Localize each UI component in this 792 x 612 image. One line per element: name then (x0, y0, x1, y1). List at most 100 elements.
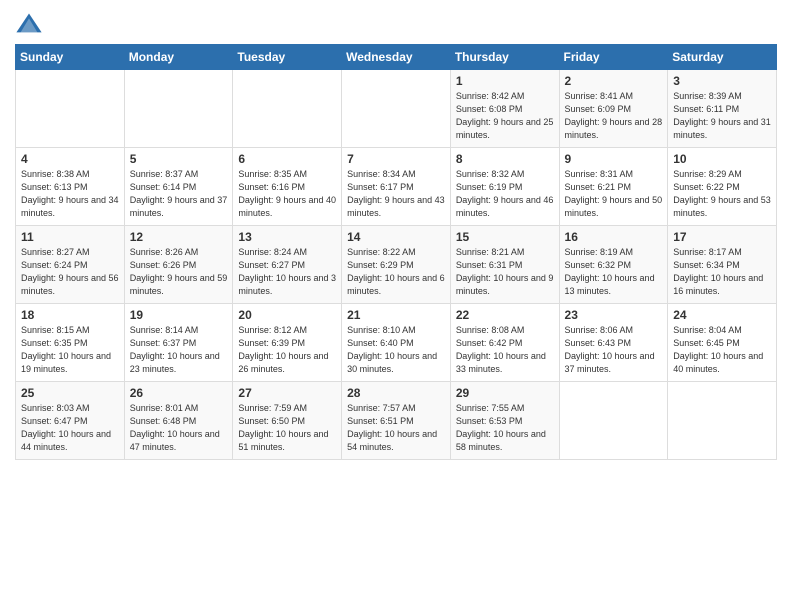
calendar-cell: 14 Sunrise: 8:22 AMSunset: 6:29 PMDayligh… (342, 226, 451, 304)
calendar-cell: 23 Sunrise: 8:06 AMSunset: 6:43 PMDayligh… (559, 304, 668, 382)
day-number: 23 (565, 308, 663, 322)
day-info: Sunrise: 8:06 AMSunset: 6:43 PMDaylight:… (565, 324, 663, 376)
day-info: Sunrise: 8:12 AMSunset: 6:39 PMDaylight:… (238, 324, 336, 376)
calendar-cell: 16 Sunrise: 8:19 AMSunset: 6:32 PMDayligh… (559, 226, 668, 304)
calendar-cell: 5 Sunrise: 8:37 AMSunset: 6:14 PMDaylight… (124, 148, 233, 226)
calendar-cell: 1 Sunrise: 8:42 AMSunset: 6:08 PMDaylight… (450, 70, 559, 148)
day-number: 8 (456, 152, 554, 166)
day-info: Sunrise: 8:37 AMSunset: 6:14 PMDaylight:… (130, 168, 228, 220)
day-number: 4 (21, 152, 119, 166)
day-info: Sunrise: 8:41 AMSunset: 6:09 PMDaylight:… (565, 90, 663, 142)
day-info: Sunrise: 8:26 AMSunset: 6:26 PMDaylight:… (130, 246, 228, 298)
day-info: Sunrise: 8:04 AMSunset: 6:45 PMDaylight:… (673, 324, 771, 376)
calendar-cell: 10 Sunrise: 8:29 AMSunset: 6:22 PMDayligh… (668, 148, 777, 226)
calendar-cell: 19 Sunrise: 8:14 AMSunset: 6:37 PMDayligh… (124, 304, 233, 382)
calendar-cell: 28Sunrise: 7:57 AMSunset: 6:51 PMDayligh… (342, 382, 451, 460)
calendar-cell: 15Sunrise: 8:21 AMSunset: 6:31 PMDayligh… (450, 226, 559, 304)
calendar-cell: 3 Sunrise: 8:39 AMSunset: 6:11 PMDaylight… (668, 70, 777, 148)
calendar-cell: 21 Sunrise: 8:10 AMSunset: 6:40 PMDayligh… (342, 304, 451, 382)
day-info: Sunrise: 8:42 AMSunset: 6:08 PMDaylight:… (456, 90, 554, 142)
weekday-header-tuesday: Tuesday (233, 45, 342, 70)
day-info: Sunrise: 7:55 AMSunset: 6:53 PMDaylight:… (456, 402, 554, 454)
day-number: 20 (238, 308, 336, 322)
day-number: 10 (673, 152, 771, 166)
calendar-cell: 6 Sunrise: 8:35 AMSunset: 6:16 PMDaylight… (233, 148, 342, 226)
day-info: Sunrise: 8:08 AMSunset: 6:42 PMDaylight:… (456, 324, 554, 376)
calendar-cell (668, 382, 777, 460)
day-number: 5 (130, 152, 228, 166)
day-number: 26 (130, 386, 228, 400)
calendar-cell: 9 Sunrise: 8:31 AMSunset: 6:21 PMDaylight… (559, 148, 668, 226)
calendar-cell (233, 70, 342, 148)
day-number: 7 (347, 152, 445, 166)
day-info: Sunrise: 8:35 AMSunset: 6:16 PMDaylight:… (238, 168, 336, 220)
weekday-header-sunday: Sunday (16, 45, 125, 70)
day-number: 14 (347, 230, 445, 244)
day-info: Sunrise: 8:32 AMSunset: 6:19 PMDaylight:… (456, 168, 554, 220)
day-info: Sunrise: 8:24 AMSunset: 6:27 PMDaylight:… (238, 246, 336, 298)
calendar-cell: 12 Sunrise: 8:26 AMSunset: 6:26 PMDayligh… (124, 226, 233, 304)
calendar-cell: 27 Sunrise: 7:59 AMSunset: 6:50 PMDayligh… (233, 382, 342, 460)
page: SundayMondayTuesdayWednesdayThursdayFrid… (0, 0, 792, 612)
calendar-week-row: 25 Sunrise: 8:03 AMSunset: 6:47 PMDayligh… (16, 382, 777, 460)
calendar-cell: 29 Sunrise: 7:55 AMSunset: 6:53 PMDayligh… (450, 382, 559, 460)
weekday-header-monday: Monday (124, 45, 233, 70)
day-info: Sunrise: 7:59 AMSunset: 6:50 PMDaylight:… (238, 402, 336, 454)
calendar-cell (559, 382, 668, 460)
weekday-header-saturday: Saturday (668, 45, 777, 70)
logo (15, 10, 47, 38)
day-number: 24 (673, 308, 771, 322)
day-number: 1 (456, 74, 554, 88)
page-header (15, 10, 777, 38)
day-number: 28 (347, 386, 445, 400)
day-info: Sunrise: 8:27 AMSunset: 6:24 PMDaylight:… (21, 246, 119, 298)
day-number: 27 (238, 386, 336, 400)
calendar-cell: 2 Sunrise: 8:41 AMSunset: 6:09 PMDaylight… (559, 70, 668, 148)
day-info: Sunrise: 8:22 AMSunset: 6:29 PMDaylight:… (347, 246, 445, 298)
calendar-cell (342, 70, 451, 148)
day-number: 19 (130, 308, 228, 322)
day-number: 2 (565, 74, 663, 88)
calendar-cell (16, 70, 125, 148)
day-info: Sunrise: 8:03 AMSunset: 6:47 PMDaylight:… (21, 402, 119, 454)
day-number: 13 (238, 230, 336, 244)
calendar-week-row: 4 Sunrise: 8:38 AMSunset: 6:13 PMDaylight… (16, 148, 777, 226)
day-number: 16 (565, 230, 663, 244)
day-number: 29 (456, 386, 554, 400)
day-number: 6 (238, 152, 336, 166)
day-number: 12 (130, 230, 228, 244)
calendar-cell: 25 Sunrise: 8:03 AMSunset: 6:47 PMDayligh… (16, 382, 125, 460)
calendar-cell: 24 Sunrise: 8:04 AMSunset: 6:45 PMDayligh… (668, 304, 777, 382)
calendar-week-row: 18Sunrise: 8:15 AMSunset: 6:35 PMDayligh… (16, 304, 777, 382)
day-number: 3 (673, 74, 771, 88)
calendar-cell: 26 Sunrise: 8:01 AMSunset: 6:48 PMDayligh… (124, 382, 233, 460)
calendar-cell (124, 70, 233, 148)
calendar-cell: 11Sunrise: 8:27 AMSunset: 6:24 PMDayligh… (16, 226, 125, 304)
day-number: 21 (347, 308, 445, 322)
logo-icon (15, 10, 43, 38)
day-info: Sunrise: 8:31 AMSunset: 6:21 PMDaylight:… (565, 168, 663, 220)
calendar-cell: 13 Sunrise: 8:24 AMSunset: 6:27 PMDayligh… (233, 226, 342, 304)
calendar-cell: 8 Sunrise: 8:32 AMSunset: 6:19 PMDaylight… (450, 148, 559, 226)
day-number: 22 (456, 308, 554, 322)
calendar-cell: 22 Sunrise: 8:08 AMSunset: 6:42 PMDayligh… (450, 304, 559, 382)
day-info: Sunrise: 8:14 AMSunset: 6:37 PMDaylight:… (130, 324, 228, 376)
day-info: Sunrise: 8:10 AMSunset: 6:40 PMDaylight:… (347, 324, 445, 376)
day-info: Sunrise: 8:19 AMSunset: 6:32 PMDaylight:… (565, 246, 663, 298)
day-info: Sunrise: 8:17 AMSunset: 6:34 PMDaylight:… (673, 246, 771, 298)
day-number: 9 (565, 152, 663, 166)
calendar-table: SundayMondayTuesdayWednesdayThursdayFrid… (15, 44, 777, 460)
day-number: 17 (673, 230, 771, 244)
weekday-header-friday: Friday (559, 45, 668, 70)
calendar-cell: 18Sunrise: 8:15 AMSunset: 6:35 PMDayligh… (16, 304, 125, 382)
calendar-cell: 20 Sunrise: 8:12 AMSunset: 6:39 PMDayligh… (233, 304, 342, 382)
day-info: Sunrise: 8:15 AMSunset: 6:35 PMDaylight:… (21, 324, 119, 376)
day-info: Sunrise: 8:39 AMSunset: 6:11 PMDaylight:… (673, 90, 771, 142)
day-info: Sunrise: 8:29 AMSunset: 6:22 PMDaylight:… (673, 168, 771, 220)
calendar-cell: 7Sunrise: 8:34 AMSunset: 6:17 PMDaylight… (342, 148, 451, 226)
weekday-header-thursday: Thursday (450, 45, 559, 70)
calendar-week-row: 1 Sunrise: 8:42 AMSunset: 6:08 PMDaylight… (16, 70, 777, 148)
day-number: 25 (21, 386, 119, 400)
day-info: Sunrise: 8:38 AMSunset: 6:13 PMDaylight:… (21, 168, 119, 220)
day-info: Sunrise: 8:01 AMSunset: 6:48 PMDaylight:… (130, 402, 228, 454)
